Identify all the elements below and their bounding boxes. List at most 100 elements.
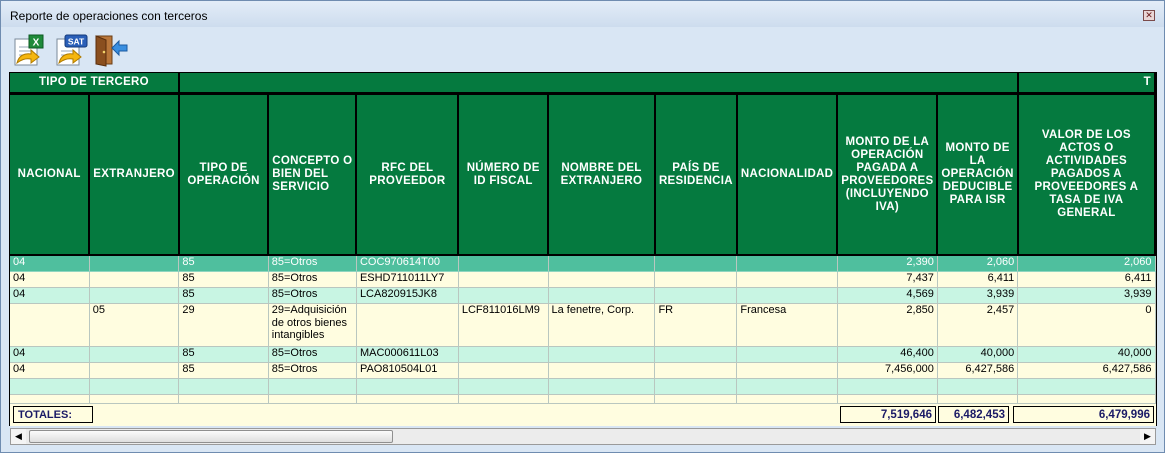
cell-tipo-operacion[interactable]: 85 xyxy=(178,346,269,363)
cell-pais-residencia[interactable] xyxy=(654,271,738,288)
cell-nacionalidad[interactable]: Francesa xyxy=(736,303,838,347)
cell-tipo-operacion[interactable]: 85 xyxy=(178,255,269,272)
cell-nombre-extranjero[interactable] xyxy=(548,346,656,363)
data-grid[interactable]: TIPO DE TERCERO T NACIONAL EXTRANJERO TI… xyxy=(9,72,1157,426)
cell-rfc[interactable]: MAC000611L03 xyxy=(356,346,459,363)
sat-export-button[interactable]: SAT xyxy=(53,33,89,67)
cell-valor-actos[interactable]: 6,411 xyxy=(1017,271,1156,288)
cell-nacionalidad[interactable] xyxy=(736,362,838,379)
cell-id-fiscal[interactable] xyxy=(458,346,549,363)
col-header-nacional[interactable]: NACIONAL xyxy=(10,93,91,256)
cell-tipo-operacion[interactable]: 85 xyxy=(178,362,269,379)
cell-concepto[interactable]: 29=Adquisición de otros bienes intangibl… xyxy=(268,303,357,347)
cell-rfc[interactable]: ESHD711011LY7 xyxy=(356,271,459,288)
cell-monto-deducible[interactable]: 2,060 xyxy=(937,255,1019,272)
cell-monto-deducible[interactable]: 2,457 xyxy=(937,303,1019,347)
cell-id-fiscal[interactable] xyxy=(458,287,549,304)
cell-monto-deducible[interactable]: 3,939 xyxy=(937,287,1019,304)
table-row[interactable]: 04 85 85=Otros COC970614T00 2,390 2,060 2,060 xyxy=(10,255,1156,272)
cell-id-fiscal[interactable] xyxy=(458,271,549,288)
exit-button[interactable] xyxy=(93,33,129,67)
cell-rfc[interactable]: PAO810504L01 xyxy=(356,362,459,379)
cell-extranjero[interactable] xyxy=(89,255,180,272)
cell-concepto[interactable]: 85=Otros xyxy=(268,271,357,288)
cell-tipo-operacion[interactable]: 85 xyxy=(178,271,269,288)
cell-monto-deducible[interactable]: 6,411 xyxy=(937,271,1019,288)
col-header-pais-residencia[interactable]: PAÍS DE RESIDENCIA xyxy=(654,93,738,256)
cell-nombre-extranjero[interactable] xyxy=(548,362,656,379)
cell-nombre-extranjero[interactable] xyxy=(548,271,656,288)
cell-valor-actos[interactable]: 40,000 xyxy=(1017,346,1156,363)
cell-pais-residencia[interactable] xyxy=(654,362,738,379)
col-header-monto-pagado[interactable]: MONTO DE LA OPERACIÓN PAGADA A PROVEEDOR… xyxy=(837,93,939,256)
table-row[interactable]: 04 85 85=Otros MAC000611L03 46,400 40,000 40,0… xyxy=(10,346,1156,363)
cell-nacional[interactable]: 04 xyxy=(10,362,90,379)
cell-nacional[interactable]: 04 xyxy=(10,271,90,288)
col-header-rfc[interactable]: RFC DEL PROVEEDOR xyxy=(356,93,460,256)
cell-id-fiscal[interactable] xyxy=(458,255,549,272)
cell-monto-pagado[interactable]: 46,400 xyxy=(837,346,938,363)
cell-pais-residencia[interactable]: FR xyxy=(654,303,738,347)
cell-monto-pagado[interactable]: 2,850 xyxy=(837,303,938,347)
cell-nacionalidad[interactable] xyxy=(736,255,838,272)
cell-nacionalidad[interactable] xyxy=(736,346,838,363)
cell-pais-residencia[interactable] xyxy=(654,287,738,304)
horizontal-scrollbar[interactable]: ◀ ▶ xyxy=(10,428,1156,445)
cell-monto-deducible[interactable]: 6,427,586 xyxy=(937,362,1019,379)
col-header-nacionalidad[interactable]: NACIONALIDAD xyxy=(736,93,839,256)
cell-concepto[interactable]: 85=Otros xyxy=(268,255,357,272)
cell-rfc[interactable] xyxy=(356,303,459,347)
cell-monto-pagado[interactable]: 2,390 xyxy=(837,255,938,272)
table-row[interactable]: 04 85 85=Otros PAO810504L01 7,456,000 6,427,5… xyxy=(10,362,1156,379)
cell-concepto[interactable]: 85=Otros xyxy=(268,362,357,379)
cell-valor-actos[interactable]: 3,939 xyxy=(1017,287,1156,304)
cell-nombre-extranjero[interactable] xyxy=(548,287,656,304)
cell-nacional[interactable] xyxy=(10,303,90,347)
scroll-thumb[interactable] xyxy=(29,430,393,443)
col-header-valor-actos[interactable]: VALOR DE LOS ACTOS O ACTIVIDADES PAGADOS… xyxy=(1017,93,1156,256)
cell-extranjero[interactable] xyxy=(89,287,180,304)
cell-monto-deducible[interactable]: 40,000 xyxy=(937,346,1019,363)
scroll-left-button[interactable]: ◀ xyxy=(11,429,26,444)
cell-extranjero[interactable] xyxy=(89,271,180,288)
col-header-monto-deducible[interactable]: MONTO DE LA OPERACIÓN DEDUCIBLE PARA ISR xyxy=(937,93,1019,256)
scroll-right-button[interactable]: ▶ xyxy=(1140,429,1155,444)
cell-concepto[interactable]: 85=Otros xyxy=(268,346,357,363)
col-header-tipo-operacion[interactable]: TIPO DE OPERACIÓN xyxy=(178,93,270,256)
cell-pais-residencia[interactable] xyxy=(654,255,738,272)
cell-tipo-operacion[interactable]: 85 xyxy=(178,287,269,304)
cell-extranjero[interactable] xyxy=(89,346,180,363)
cell-nombre-extranjero[interactable]: La fenetre, Corp. xyxy=(548,303,656,347)
cell-nacionalidad[interactable] xyxy=(736,287,838,304)
table-row[interactable]: 05 29 29=Adquisición de otros bienes intan… xyxy=(10,303,1156,347)
cell-tipo-operacion[interactable]: 29 xyxy=(178,303,269,347)
cell-valor-actos[interactable]: 6,427,586 xyxy=(1017,362,1156,379)
col-header-extranjero[interactable]: EXTRANJERO xyxy=(89,93,180,256)
empty-cell xyxy=(10,378,90,395)
cell-concepto[interactable]: 85=Otros xyxy=(268,287,357,304)
cell-nacionalidad[interactable] xyxy=(736,271,838,288)
table-row[interactable]: 04 85 85=Otros LCA820915JK8 4,569 3,939 3,939 xyxy=(10,287,1156,304)
cell-monto-pagado[interactable]: 7,437 xyxy=(837,271,938,288)
cell-nombre-extranjero[interactable] xyxy=(548,255,656,272)
col-header-nombre-extranjero[interactable]: NOMBRE DEL EXTRANJERO xyxy=(548,93,656,256)
cell-rfc[interactable]: COC970614T00 xyxy=(356,255,459,272)
cell-extranjero[interactable] xyxy=(89,362,180,379)
cell-id-fiscal[interactable] xyxy=(458,362,549,379)
col-header-id-fiscal[interactable]: NÚMERO DE ID FISCAL xyxy=(458,93,550,256)
cell-nacional[interactable]: 04 xyxy=(10,287,90,304)
table-row[interactable]: 04 85 85=Otros ESHD711011LY7 7,437 6,411 6,411 xyxy=(10,271,1156,288)
cell-rfc[interactable]: LCA820915JK8 xyxy=(356,287,459,304)
cell-pais-residencia[interactable] xyxy=(654,346,738,363)
col-header-concepto[interactable]: CONCEPTO O BIEN DEL SERVICIO xyxy=(268,93,358,256)
cell-monto-pagado[interactable]: 4,569 xyxy=(837,287,938,304)
cell-valor-actos[interactable]: 2,060 xyxy=(1017,255,1156,272)
export-excel-button[interactable]: X xyxy=(11,33,47,67)
close-button[interactable]: ✕ xyxy=(1143,10,1155,21)
cell-extranjero[interactable]: 05 xyxy=(89,303,180,347)
cell-nacional[interactable]: 04 xyxy=(10,255,90,272)
cell-id-fiscal[interactable]: LCF811016LM9 xyxy=(458,303,549,347)
cell-valor-actos[interactable]: 0 xyxy=(1017,303,1156,347)
cell-nacional[interactable]: 04 xyxy=(10,346,90,363)
cell-monto-pagado[interactable]: 7,456,000 xyxy=(837,362,938,379)
